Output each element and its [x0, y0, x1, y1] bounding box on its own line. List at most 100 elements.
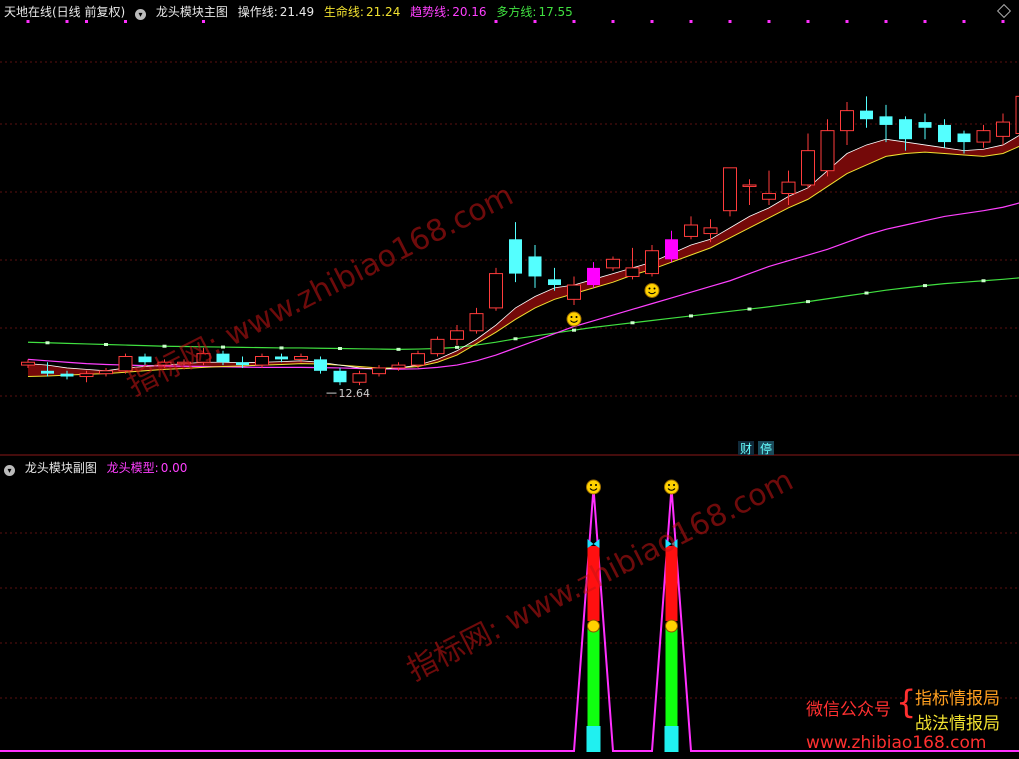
candle-body [899, 119, 912, 140]
top-signal-dot [767, 20, 771, 23]
top-signal-dot [923, 20, 927, 23]
candle-body [528, 256, 542, 277]
candle-body [314, 359, 327, 371]
long-line-dot [747, 307, 752, 311]
candle-body [567, 284, 581, 300]
candle-body [801, 150, 815, 186]
smiley-eye [590, 484, 592, 486]
top-signal-dot [572, 20, 576, 23]
promo-url[interactable]: www.zhibiao168.com [806, 733, 986, 753]
candle-body [976, 130, 991, 143]
candle-body [684, 224, 698, 237]
candle-body [645, 250, 659, 275]
event-tag-label: 停 [760, 441, 772, 456]
promo-brace: { [896, 683, 917, 721]
top-signal-dot [65, 20, 69, 23]
top-signal-dot [85, 20, 88, 23]
candle-body [99, 370, 113, 375]
candle-body [391, 364, 406, 369]
smiley-eye [673, 484, 675, 486]
long-line-dot [689, 314, 693, 318]
top-signal-dot [884, 20, 888, 23]
long-line-dot [981, 279, 986, 283]
long-line-dot [338, 347, 342, 351]
smiley-face [664, 479, 679, 495]
candle-body [606, 258, 620, 269]
long-line-dot [396, 347, 401, 351]
smiley-face [586, 479, 601, 495]
candle-body [333, 370, 347, 383]
candle-body [703, 227, 718, 235]
candle-body [275, 356, 288, 360]
candle-body [430, 338, 445, 355]
top-signal-dot [845, 20, 849, 23]
top-signal-dot [202, 20, 205, 23]
top-signal-dot [689, 20, 693, 23]
top-signal-dot [533, 20, 537, 23]
candle-body [860, 110, 873, 120]
signal-column [664, 539, 679, 752]
signal-cyan-bar [586, 726, 601, 752]
top-signal-dot [962, 20, 966, 23]
candle-body [21, 361, 35, 366]
top-signal-dot [124, 20, 127, 23]
smiley-eye [668, 484, 670, 486]
top-signal-dot [728, 20, 732, 23]
smiley-icon [566, 311, 582, 327]
candle-body [820, 130, 835, 172]
smiley-eye [575, 316, 578, 319]
promo-account-1: 指标情报局 [915, 689, 1000, 709]
smiley-face [644, 282, 660, 298]
event-tag: 财 [738, 441, 754, 456]
smiley-icon [644, 282, 660, 298]
candle-body [294, 356, 308, 360]
long-line-dot [864, 291, 869, 295]
operate-line [27, 135, 1019, 372]
candle-body [587, 267, 600, 286]
long-line-dot [45, 341, 50, 345]
candle-body [625, 267, 640, 277]
event-tag-label: 财 [740, 442, 752, 456]
smiley-icon [586, 479, 601, 495]
candle-body [372, 367, 386, 375]
coin-icon [587, 619, 600, 633]
candle-body [41, 370, 54, 374]
candle-body [742, 184, 757, 187]
long-line-dot [923, 284, 927, 288]
low-price-label: 12.64 [339, 387, 371, 400]
top-signal-dot [26, 20, 30, 23]
signal-green-bar [665, 628, 678, 726]
promo-account-2: 战法情报局 [915, 714, 1000, 734]
candle-body [840, 110, 854, 132]
long-line-dot [806, 300, 810, 304]
candle-body [352, 373, 367, 383]
smiley-face [566, 311, 582, 327]
long-line-dot [513, 337, 518, 341]
long-line-dot [104, 343, 108, 347]
candle-body [548, 279, 561, 286]
candle-body [509, 239, 522, 274]
candle-body [489, 273, 503, 309]
top-signal-dot [806, 20, 810, 23]
candle-body [781, 181, 796, 195]
long-line-dot [455, 345, 459, 349]
candle-body [665, 239, 678, 260]
candle-body [762, 193, 776, 200]
top-signal-dot [494, 20, 498, 23]
candle-body [236, 362, 249, 366]
smiley-eye [653, 287, 656, 290]
candle-body [938, 124, 951, 143]
candle-body [60, 373, 74, 377]
candle-body [469, 313, 484, 332]
coin-icon [665, 619, 678, 633]
smiley-icon [664, 479, 679, 495]
candle-body [255, 356, 269, 366]
smiley-eye [648, 287, 651, 290]
event-tag: 停 [758, 441, 774, 456]
smiley-eye [595, 484, 597, 486]
long-line-dot [572, 328, 576, 332]
candle-body [723, 167, 737, 212]
candle-body [996, 121, 1010, 137]
candle-body [918, 122, 932, 128]
top-signal-dot [650, 20, 654, 23]
